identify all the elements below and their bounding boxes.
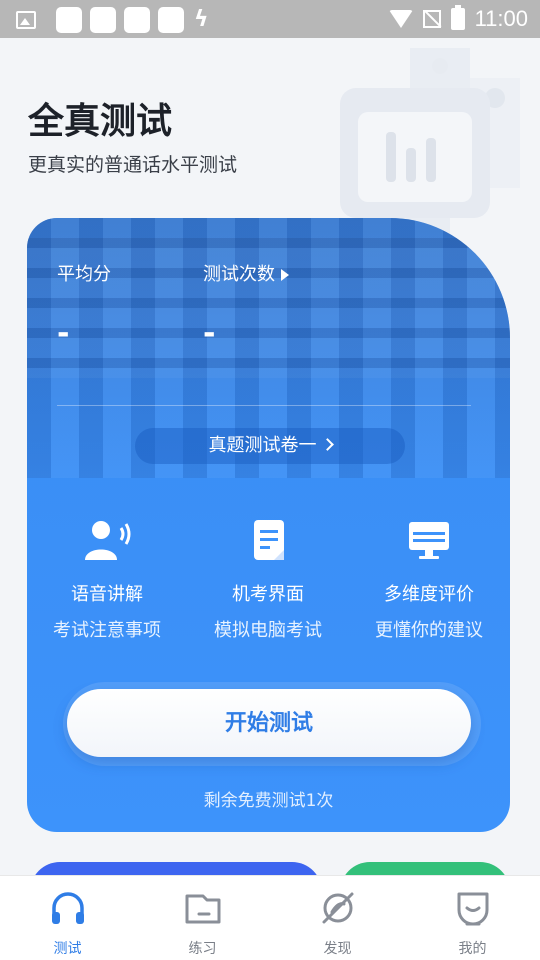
feature-desc: 更懂你的建议 [375,620,483,641]
gallery-notification-icon [16,11,36,29]
paper-selector-button[interactable]: 真题测试卷一 [135,428,405,464]
feature-multi-evaluation: 多维度评价 更懂你的建议 [349,518,509,642]
tab-label: 练习 [188,941,217,957]
triangle-right-icon [281,269,289,281]
notification-icon [124,7,150,33]
test-count-label[interactable]: 测试次数 [203,264,275,285]
practice-board-icon [185,894,220,924]
notification-icon [90,7,116,33]
chevron-right-icon [320,438,334,451]
paper-selector-label: 真题测试卷一 [208,435,317,456]
test-count-stat[interactable]: 测试次数 - [203,260,289,351]
document-icon [254,520,284,560]
remaining-free-tests: 剩余免费测试1次 [203,791,334,811]
status-time: 11:00 [474,6,528,31]
feature-desc: 考试注意事项 [53,620,161,641]
notification-icon [56,7,82,33]
headphones-icon [51,892,84,924]
tab-test[interactable]: 测试 [0,876,135,960]
flash-icon: ϟ [194,7,209,32]
tab-practice[interactable]: 练习 [135,876,270,960]
average-score-label: 平均分 [57,264,111,285]
notification-icon [158,7,184,33]
wifi-icon [388,10,413,28]
test-card: 平均分 - 测试次数 - 真题测试卷一 语音讲解 考试注意事项 机考界面 模拟电… [27,218,510,832]
average-score-value: - [57,316,70,351]
status-bar: ϟ 11:00 [0,0,540,38]
bottom-tab-bar: 测试 练习 发现 我的 [0,875,540,960]
page-title: 全真测试 [28,101,173,142]
discover-icon [322,892,353,924]
feature-title: 语音讲解 [71,584,143,605]
feature-voice-explain: 语音讲解 考试注意事项 [27,518,187,642]
start-test-button[interactable]: 开始测试 [67,689,471,757]
tab-label: 我的 [458,941,487,957]
test-count-value: - [203,316,216,351]
tab-discover[interactable]: 发现 [270,876,405,960]
divider [57,405,471,406]
no-signal-icon [422,10,441,28]
feature-computer-exam: 机考界面 模拟电脑考试 [188,518,348,642]
monitor-icon [409,522,449,559]
battery-icon [450,5,465,30]
feature-desc: 模拟电脑考试 [214,620,322,641]
tab-label: 测试 [53,941,82,957]
tab-profile[interactable]: 我的 [405,876,540,960]
feature-title: 多维度评价 [384,584,474,605]
tab-label: 发现 [323,941,352,957]
profile-icon [457,892,488,926]
voice-user-icon [85,521,131,560]
feature-title: 机考界面 [232,584,304,605]
average-score-stat: 平均分 - [57,260,111,351]
page-subtitle: 更真实的普通话水平测试 [28,154,238,176]
